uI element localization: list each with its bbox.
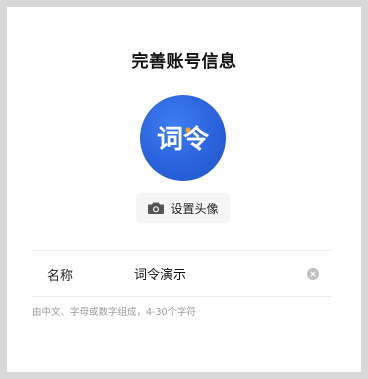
name-input[interactable] <box>134 261 294 285</box>
app-logo: 词令 <box>157 124 210 155</box>
page-title: 完善账号信息 <box>131 52 237 72</box>
divider-bottom <box>32 296 332 297</box>
logo-text: 词令 <box>157 124 210 155</box>
name-hint: 由中文、字母或数字组成，4-30个字符 <box>32 307 197 318</box>
name-label: 名称 <box>47 269 74 284</box>
logo-accent-dot <box>185 127 191 133</box>
divider-top <box>32 250 332 251</box>
clear-icon[interactable] <box>307 268 319 280</box>
account-info-card: 完善账号信息 词令 设置头像 名称 由中文、字母或数字组成，4-30个字符 <box>7 7 361 372</box>
set-avatar-button[interactable]: 设置头像 <box>136 193 230 223</box>
camera-icon <box>148 202 165 214</box>
set-avatar-label: 设置头像 <box>170 201 219 216</box>
avatar[interactable]: 词令 <box>140 95 226 181</box>
